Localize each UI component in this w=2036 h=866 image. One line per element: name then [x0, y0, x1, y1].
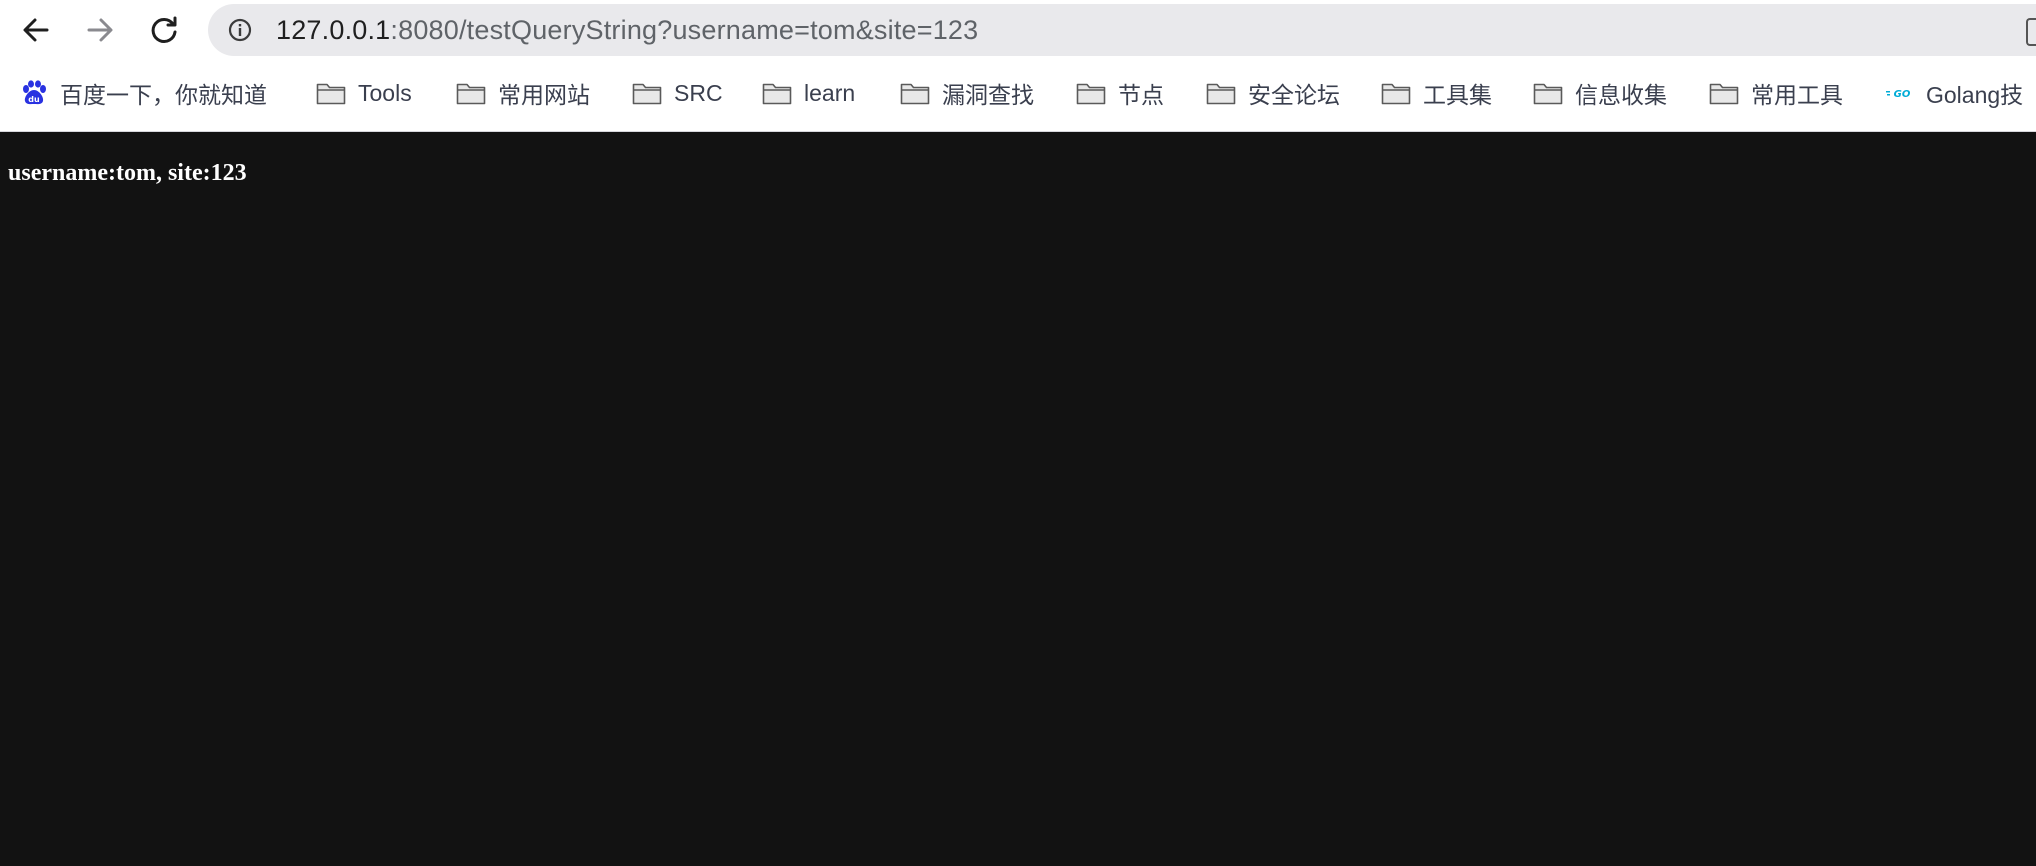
address-bar[interactable]: 127.0.0.1:8080/testQueryString?username=… [208, 4, 2036, 56]
info-icon[interactable] [228, 18, 252, 42]
forward-button[interactable] [80, 10, 120, 50]
folder-icon [316, 83, 346, 105]
bookmark-label: 安全论坛 [1248, 82, 1340, 108]
baidu-icon: du [23, 80, 46, 105]
bookmark-folder-tools[interactable]: Tools [316, 70, 412, 116]
bookmark-label: 工具集 [1423, 82, 1492, 108]
bookmark-folder-common-tools[interactable]: 常用工具 [1709, 70, 1843, 116]
browser-chrome: 127.0.0.1:8080/testQueryString?username=… [0, 0, 2036, 132]
bookmark-label: 常用工具 [1751, 82, 1843, 108]
bookmark-label: 百度一下，你就知道 [60, 82, 267, 108]
url-path: :8080/testQueryString?username=tom&site=… [390, 15, 979, 45]
folder-icon [1533, 83, 1563, 105]
bookmark-label: learn [804, 79, 856, 106]
arrow-right-icon [87, 18, 113, 42]
svg-text:du: du [28, 95, 40, 104]
reload-icon [151, 16, 177, 43]
folder-icon [456, 83, 486, 105]
bookmark-folder-info-gathering[interactable]: 信息收集 [1533, 70, 1667, 116]
page-content: username:tom, site:123 [0, 132, 2036, 866]
response-text: username:tom, site:123 [8, 160, 247, 186]
bookmark-folder-learn[interactable]: learn [762, 70, 855, 116]
arrow-left-icon [23, 18, 49, 42]
svg-text:GO: GO [1894, 89, 1911, 100]
back-button[interactable] [16, 10, 56, 50]
bookmark-label: 信息收集 [1575, 82, 1667, 108]
url-text[interactable]: 127.0.0.1:8080/testQueryString?username=… [276, 16, 978, 44]
bookmark-folder-vuln-search[interactable]: 漏洞查找 [900, 70, 1034, 116]
bookmark-baidu[interactable]: du 百度一下，你就知道 [20, 70, 267, 116]
bookmark-label: 常用网站 [498, 82, 590, 108]
reload-button[interactable] [144, 10, 184, 50]
folder-icon [632, 83, 662, 105]
bookmark-folder-security-forum[interactable]: 安全论坛 [1206, 70, 1340, 116]
folder-icon [1206, 83, 1236, 105]
folder-icon [1076, 83, 1106, 105]
folder-icon [762, 83, 792, 105]
folder-icon [900, 83, 930, 105]
bookmark-label: 漏洞查找 [942, 82, 1034, 108]
bookmark-folder-toolset[interactable]: 工具集 [1381, 70, 1492, 116]
extension-icon[interactable] [2026, 18, 2036, 46]
bookmark-label: Golang技 [1926, 82, 2024, 108]
bookmark-golang[interactable]: GO Golang技 [1886, 70, 2023, 116]
bookmark-folder-src[interactable]: SRC [632, 70, 723, 116]
bookmark-label: Tools [358, 79, 412, 106]
golang-icon: GO [1886, 89, 1911, 100]
bookmark-label: SRC [674, 79, 723, 106]
bookmark-folder-nodes[interactable]: 节点 [1076, 70, 1164, 116]
bookmark-folder-common-sites[interactable]: 常用网站 [456, 70, 590, 116]
folder-icon [1709, 83, 1739, 105]
folder-icon [1381, 83, 1411, 105]
bookmark-label: 节点 [1118, 82, 1164, 108]
bookmarks-bar: du 百度一下，你就知道 Tools 常用网站 SRC learn 漏洞查找 节… [0, 70, 2036, 116]
browser-toolbar: 127.0.0.1:8080/testQueryString?username=… [0, 0, 2036, 60]
url-host: 127.0.0.1 [276, 15, 391, 45]
